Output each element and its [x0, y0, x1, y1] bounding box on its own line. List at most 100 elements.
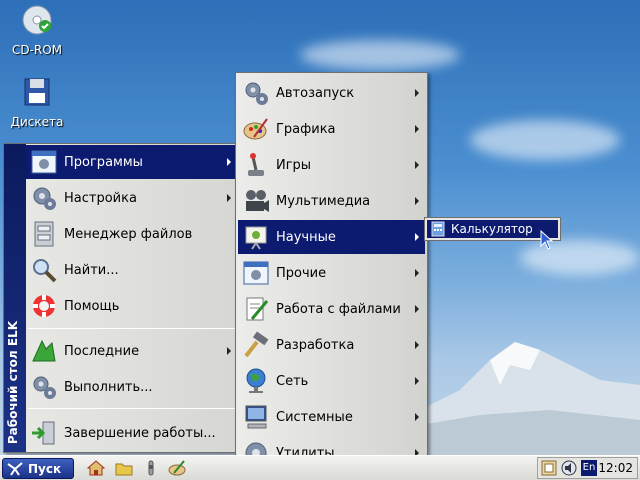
mixer-icon[interactable] — [142, 459, 160, 477]
submenu-arrow-icon — [415, 341, 419, 349]
files-icon — [246, 297, 269, 321]
submenu-arrow-icon — [227, 158, 231, 166]
help-icon — [33, 295, 55, 317]
programs-submenu: Автозапуск Графика Игры Мультимедиа Науч… — [235, 72, 428, 474]
clock[interactable]: 12:02 — [598, 461, 633, 475]
menu-item-label: Калькулятор — [451, 222, 533, 236]
recent-icon — [32, 339, 56, 362]
autostart-icon — [245, 82, 268, 105]
run-icon — [33, 376, 56, 399]
elk-logo-icon — [7, 461, 23, 476]
cloud — [520, 240, 640, 275]
start-menu-item-run[interactable]: Выполнить... — [26, 370, 237, 404]
menu-item-label: Помощь — [64, 298, 120, 314]
menu-item-label: Научные — [276, 229, 336, 245]
paint-icon[interactable] — [168, 459, 186, 477]
programs-item-development[interactable]: Разработка — [238, 328, 425, 362]
graphics-icon — [243, 118, 268, 140]
mouse-cursor-icon — [540, 230, 554, 250]
language-indicator[interactable]: En — [581, 460, 597, 476]
programs-item-games[interactable]: Игры — [238, 148, 425, 182]
desktop-icon-floppy[interactable]: Дискета — [2, 76, 72, 129]
programs-item-graphics[interactable]: Графика — [238, 112, 425, 146]
menu-item-label: Системные — [276, 409, 353, 425]
games-icon — [248, 153, 264, 176]
start-menu-sidebar: Рабочий стол ELK — [4, 144, 26, 452]
start-button[interactable]: Пуск — [2, 458, 74, 479]
volume-icon[interactable] — [560, 460, 578, 476]
floppy-icon — [24, 78, 50, 106]
submenu-arrow-icon — [415, 89, 419, 97]
cloud — [300, 40, 460, 70]
start-menu-sidebar-title: Рабочий стол ELK — [6, 320, 20, 444]
menu-divider — [28, 408, 236, 409]
submenu-arrow-icon — [227, 194, 231, 202]
submenu-arrow-icon — [415, 377, 419, 385]
start-menu-item-settings[interactable]: Настройка — [26, 181, 237, 215]
cd-rom-icon — [22, 5, 52, 35]
start-menu-item-programs[interactable]: Программы — [26, 145, 237, 179]
start-menu-item-shutdown[interactable]: Завершение работы... — [26, 416, 237, 450]
submenu-arrow-icon — [227, 347, 231, 355]
programs-item-files[interactable]: Работа с файлами — [238, 292, 425, 326]
cloud — [470, 120, 620, 160]
menu-item-label: Прочие — [276, 265, 327, 281]
menu-divider — [28, 328, 236, 329]
menu-item-label: Графика — [276, 121, 336, 137]
menu-item-label: Автозапуск — [276, 85, 355, 101]
desktop-icon-label: CD-ROM — [11, 43, 63, 57]
menu-item-label: Менеджер файлов — [64, 226, 193, 242]
calculator-icon — [431, 221, 445, 237]
menu-item-label: Завершение работы... — [64, 425, 216, 441]
menu-item-label: Мультимедиа — [276, 193, 371, 209]
system-tray: En 12:02 — [537, 457, 638, 479]
programs-icon — [31, 150, 57, 174]
taskbar: Пуск En 12:02 — [0, 455, 640, 480]
programs-item-system[interactable]: Системные — [238, 400, 425, 434]
submenu-arrow-icon — [415, 269, 419, 277]
science-item-calculator[interactable]: Калькулятор — [427, 220, 558, 238]
menu-item-label: Найти... — [64, 262, 119, 278]
desktop-icon-cdrom[interactable]: CD-ROM — [2, 4, 72, 57]
hammer-icon — [244, 331, 269, 358]
submenu-arrow-icon — [415, 413, 419, 421]
programs-item-network[interactable]: Сеть — [238, 364, 425, 398]
menu-item-label: Программы — [64, 154, 143, 170]
start-menu-item-help[interactable]: Помощь — [26, 289, 237, 323]
menu-item-label: Последние — [64, 343, 140, 359]
mountain-illustration — [420, 342, 640, 455]
start-menu-item-recent[interactable]: Последние — [26, 334, 237, 368]
monitor-icon — [245, 405, 267, 429]
science-icon — [245, 226, 267, 250]
multimedia-icon — [246, 190, 269, 212]
menu-item-label: Выполнить... — [64, 379, 153, 395]
network-icon — [246, 368, 266, 393]
menu-item-label: Игры — [276, 157, 312, 173]
programs-item-autostart[interactable]: Автозапуск — [238, 76, 425, 110]
home-icon[interactable] — [87, 459, 105, 477]
search-icon — [33, 259, 57, 283]
submenu-arrow-icon — [415, 197, 419, 205]
file-manager-icon — [34, 221, 54, 247]
menu-item-label: Настройка — [64, 190, 137, 206]
settings-icon — [33, 187, 56, 210]
submenu-arrow-icon — [415, 125, 419, 133]
other-icon — [243, 261, 269, 285]
start-menu-item-file-manager[interactable]: Менеджер файлов — [26, 217, 237, 251]
start-menu: Рабочий стол ELK Программы Настройка Мен… — [3, 143, 238, 453]
menu-item-label: Работа с файлами — [276, 301, 401, 317]
shutdown-icon — [32, 421, 55, 445]
folder-icon[interactable] — [115, 459, 133, 477]
menu-item-label: Разработка — [276, 337, 355, 353]
submenu-arrow-icon — [415, 305, 419, 313]
desktop-icon-label: Дискета — [10, 115, 64, 129]
start-menu-item-find[interactable]: Найти... — [26, 253, 237, 287]
programs-item-science[interactable]: Научные — [238, 220, 425, 254]
start-button-label: Пуск — [28, 461, 62, 476]
submenu-arrow-icon — [415, 161, 419, 169]
menu-item-label: Сеть — [276, 373, 309, 389]
programs-item-multimedia[interactable]: Мультимедиа — [238, 184, 425, 218]
programs-item-other[interactable]: Прочие — [238, 256, 425, 290]
keyboard-layout-icon[interactable] — [541, 460, 557, 476]
submenu-arrow-icon — [415, 233, 419, 241]
